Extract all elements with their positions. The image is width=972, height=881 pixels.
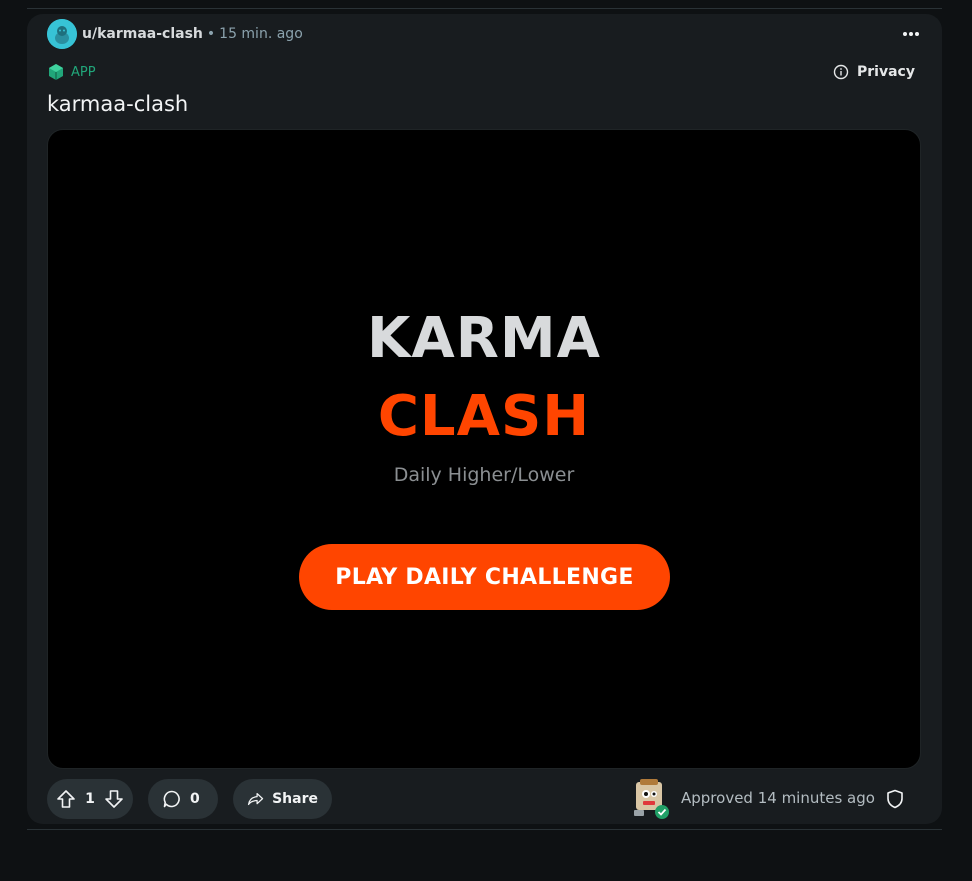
info-icon [833, 64, 849, 80]
game-subtitle: Daily Higher/Lower [393, 464, 575, 486]
share-arrow-icon [247, 792, 264, 806]
mod-actions-button[interactable] [884, 787, 906, 811]
author-link[interactable]: u/karmaa-clash [82, 26, 203, 42]
speech-bubble-icon [163, 790, 180, 808]
share-label: Share [272, 791, 318, 807]
arrow-up-icon [57, 790, 75, 808]
shield-icon [887, 789, 903, 809]
app-badge: APP [47, 63, 96, 81]
post-meta: u/karmaa-clash • 15 min. ago [82, 25, 303, 43]
top-divider [27, 8, 942, 9]
privacy-button[interactable]: Privacy [833, 64, 915, 80]
upvote-button[interactable] [55, 788, 77, 810]
game-title-karma: KARMA [367, 306, 601, 371]
arrow-down-icon [105, 790, 123, 808]
play-daily-challenge-button[interactable]: PLAY DAILY CHALLENGE [299, 544, 670, 610]
app-label: APP [71, 64, 96, 80]
cube-icon [49, 64, 63, 80]
share-button[interactable]: Share [233, 779, 332, 819]
mod-robot-avatar-icon [634, 779, 669, 819]
vote-score: 1 [85, 791, 95, 807]
author-avatar[interactable] [47, 19, 77, 49]
downvote-button[interactable] [103, 788, 125, 810]
moderator-avatar [632, 776, 670, 820]
post-title[interactable]: karmaa-clash [47, 91, 188, 117]
game-title-clash: CLASH [377, 384, 591, 449]
post-card: u/karmaa-clash • 15 min. ago APP Privacy k… [27, 14, 942, 824]
comments-button[interactable]: 0 [148, 779, 218, 819]
approval-status: Approved 14 minutes ago [681, 789, 875, 807]
more-options-button[interactable] [897, 23, 925, 45]
vote-group: 1 [47, 779, 133, 819]
comment-count: 0 [190, 791, 200, 807]
ellipsis-icon [903, 32, 919, 36]
bottom-divider [27, 829, 942, 830]
post-timestamp: 15 min. ago [219, 26, 303, 42]
privacy-label: Privacy [857, 64, 915, 80]
app-embed-frame: KARMA CLASH Daily Higher/Lower PLAY DAIL… [47, 129, 921, 769]
meta-separator: • [206, 26, 216, 42]
snoo-avatar-icon [47, 19, 77, 49]
